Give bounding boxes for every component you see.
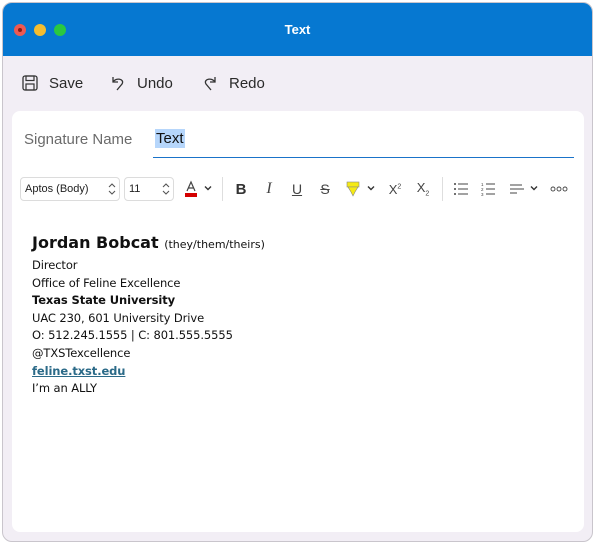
highlight-button[interactable] xyxy=(342,179,364,199)
social-handle: @TXSTexcellence xyxy=(32,345,131,360)
font-color-dropdown-icon[interactable] xyxy=(204,184,212,192)
stepper-arrows-icon xyxy=(162,183,170,195)
align-button[interactable] xyxy=(506,179,528,199)
undo-label: Undo xyxy=(137,74,173,92)
divider xyxy=(442,177,443,201)
office-name: Office of Feline Excellence xyxy=(32,275,181,290)
more-icon xyxy=(550,186,568,192)
bullet-list-icon xyxy=(454,183,468,195)
university-name: Texas State University xyxy=(32,293,175,308)
job-title: Director xyxy=(32,258,78,272)
underline-button[interactable]: U xyxy=(286,179,308,199)
redo-label: Redo xyxy=(229,74,265,92)
format-toolbar: Aptos (Body) 11 B I U S X2 X2 1 2 3 xyxy=(12,175,584,203)
superscript-button[interactable]: X2 xyxy=(384,179,406,199)
pronouns: (they/them/theirs) xyxy=(164,238,265,251)
undo-button[interactable]: Undo xyxy=(109,72,173,94)
bold-button[interactable]: B xyxy=(230,179,252,199)
subscript-icon: X2 xyxy=(416,180,430,198)
font-color-button[interactable] xyxy=(180,179,202,199)
signature-name-row: Signature Name Text xyxy=(12,111,584,161)
address: UAC 230, 601 University Drive xyxy=(32,310,205,325)
more-options-button[interactable] xyxy=(546,179,572,199)
underline-icon: U xyxy=(291,181,303,197)
signature-body[interactable]: Jordan Bobcat (they/them/theirs) Directo… xyxy=(32,231,265,398)
redo-icon xyxy=(204,77,216,91)
signature-name-value[interactable]: Text xyxy=(155,129,185,148)
divider xyxy=(222,177,223,201)
person-name: Jordan Bobcat xyxy=(32,233,159,252)
redo-button[interactable]: Redo xyxy=(201,72,265,94)
save-icon xyxy=(22,75,38,91)
signature-name-label: Signature Name xyxy=(24,131,133,148)
stepper-arrows-icon xyxy=(108,183,116,195)
strikethrough-icon: S xyxy=(320,181,330,197)
font-size-select[interactable]: 11 xyxy=(124,177,174,201)
italic-button[interactable]: I xyxy=(258,179,280,199)
signature-name-field[interactable]: Text xyxy=(153,123,574,158)
signature-name-line: Jordan Bobcat (they/them/theirs) xyxy=(32,231,265,257)
bold-icon: B xyxy=(235,180,247,198)
subscript-button[interactable]: X2 xyxy=(412,179,434,199)
align-left-icon xyxy=(510,184,524,194)
title-bar: Text xyxy=(3,3,592,56)
tagline: I’m an ALLY xyxy=(32,381,97,396)
phone-numbers: O: 512.245.1555 | C: 801.555.5555 xyxy=(32,328,233,343)
signature-editor-window: Text Save Undo Redo Signature Name Text … xyxy=(2,2,593,542)
highlight-dropdown-icon[interactable] xyxy=(367,184,375,192)
numbered-list-button[interactable]: 123 xyxy=(478,179,500,199)
strikethrough-button[interactable]: S xyxy=(314,179,336,199)
highlight-icon xyxy=(346,181,360,197)
undo-icon xyxy=(112,77,124,91)
italic-icon: I xyxy=(266,180,272,197)
window-title: Text xyxy=(284,22,311,37)
font-family-select[interactable]: Aptos (Body) xyxy=(20,177,120,201)
font-size-value: 11 xyxy=(129,183,141,195)
font-color-icon xyxy=(185,180,197,197)
main-toolbar: Save Undo Redo xyxy=(3,56,592,111)
save-button[interactable]: Save xyxy=(21,72,83,94)
editor-panel: Signature Name Text Aptos (Body) 11 B I … xyxy=(12,111,584,532)
superscript-icon: X2 xyxy=(388,181,402,197)
align-dropdown-icon[interactable] xyxy=(530,184,538,192)
numbered-list-icon: 123 xyxy=(481,182,495,196)
website-link[interactable]: feline.txst.edu xyxy=(32,364,125,378)
save-label: Save xyxy=(49,74,84,92)
svg-text:3: 3 xyxy=(481,192,484,196)
font-family-value: Aptos (Body) xyxy=(25,183,89,195)
bullet-list-button[interactable] xyxy=(450,179,472,199)
